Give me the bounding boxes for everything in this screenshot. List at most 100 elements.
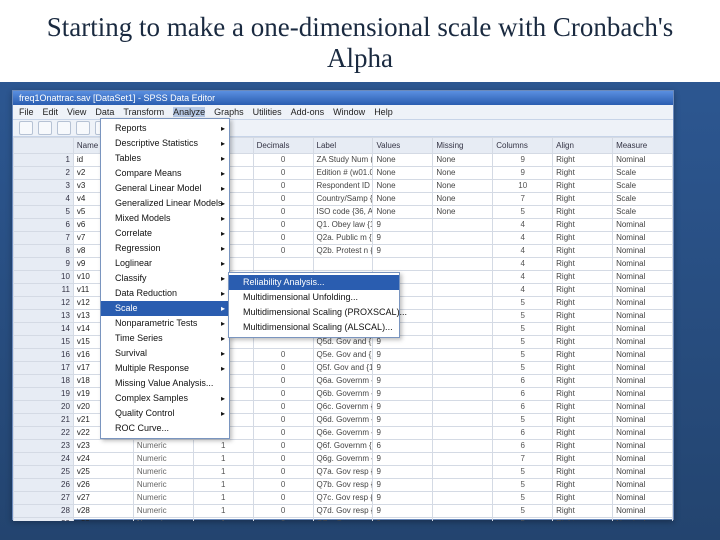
cell[interactable]: Right [553, 349, 613, 362]
cell[interactable]: Nominal [613, 219, 673, 232]
cell[interactable]: Right [553, 518, 613, 522]
menubar[interactable]: FileEditViewDataTransformAnalyzeGraphsUt… [13, 105, 673, 119]
cell[interactable]: Right [553, 336, 613, 349]
cell[interactable] [433, 271, 493, 284]
cell[interactable]: Q6e. Governm {1. Spend muc 0. [313, 427, 373, 440]
cell[interactable]: Right [553, 232, 613, 245]
cell[interactable]: Nominal [613, 453, 673, 466]
cell[interactable]: Q6b. Governm {1. Spend muc 8. [313, 388, 373, 401]
cell[interactable]: Right [553, 258, 613, 271]
cell[interactable]: 9 [373, 505, 433, 518]
cell[interactable]: v25 [73, 466, 133, 479]
cell[interactable]: 0 [253, 206, 313, 219]
cell[interactable]: 5 [493, 349, 553, 362]
menu-transform[interactable]: Transform [123, 107, 164, 117]
cell[interactable]: 9 [373, 388, 433, 401]
cell[interactable]: Q1. Obey law {1. Obey lw a:8. [313, 219, 373, 232]
cell[interactable]: None [373, 206, 433, 219]
cell[interactable]: None [373, 167, 433, 180]
cell[interactable]: 6 [14, 219, 74, 232]
cell[interactable]: 0 [253, 219, 313, 232]
cell[interactable]: Q7c. Gov resp {1. Definitely s 8. [313, 492, 373, 505]
cell[interactable]: v26 [73, 479, 133, 492]
cell[interactable]: 0 [253, 362, 313, 375]
cell[interactable]: 4 [493, 232, 553, 245]
analyze-item-compare-means[interactable]: Compare Means▸ [101, 166, 229, 181]
cell[interactable] [433, 310, 493, 323]
cell[interactable]: 5 [493, 414, 553, 427]
cell[interactable]: 14 [14, 323, 74, 336]
cell[interactable]: 9 [14, 258, 74, 271]
cell[interactable]: Q6c. Governm {1. Spend muc 8. [313, 401, 373, 414]
cell[interactable]: 1 [193, 466, 253, 479]
cell[interactable]: 4 [493, 271, 553, 284]
analyze-item-nonparametric-tests[interactable]: Nonparametric Tests▸ [101, 316, 229, 331]
cell[interactable]: Right [553, 310, 613, 323]
analyze-item-regression[interactable]: Regression▸ [101, 241, 229, 256]
cell[interactable]: 4 [493, 258, 553, 271]
cell[interactable]: Scale [613, 206, 673, 219]
cell[interactable]: v28 [73, 505, 133, 518]
variable-row[interactable]: 28v28Numeric10Q7d. Gov resp {1. Definite… [14, 505, 673, 518]
cell[interactable]: Nominal [613, 518, 673, 522]
cell[interactable]: ZA Study Num (4700: ZA Stud [313, 154, 373, 167]
cell[interactable]: Nominal [613, 466, 673, 479]
cell[interactable] [433, 349, 493, 362]
cell[interactable]: Country/Samp {36.0: AU-Aus [313, 193, 373, 206]
cell[interactable]: Q2b. Protest n {1. Definitely a:8. [313, 245, 373, 258]
cell[interactable]: 0 [253, 479, 313, 492]
analyze-item-data-reduction[interactable]: Data Reduction▸ [101, 286, 229, 301]
cell[interactable]: Q7e. Gov resp {1. Definitely s 0. [313, 518, 373, 522]
cell[interactable]: Nominal [613, 323, 673, 336]
cell[interactable]: v24 [73, 453, 133, 466]
cell[interactable]: 10 [493, 180, 553, 193]
cell[interactable]: Q5e. Gov and {1. Strongly in 8. [313, 349, 373, 362]
variable-row[interactable]: 23v23Numeric10Q6f. Governm {1. Spend muc… [14, 440, 673, 453]
cell[interactable]: Nominal [613, 414, 673, 427]
cell[interactable]: Q7a. Gov resp {1. Definitely s 0. [313, 466, 373, 479]
cell[interactable]: Q5f. Gov and {1. Strongly in 8. [313, 362, 373, 375]
cell[interactable] [433, 245, 493, 258]
cell[interactable]: 9 [493, 154, 553, 167]
scale-item-reliability-analysis-[interactable]: Reliability Analysis... [229, 275, 399, 290]
cell[interactable]: Numeric [133, 518, 193, 522]
cell[interactable]: 1 [193, 453, 253, 466]
analyze-item-loglinear[interactable]: Loglinear▸ [101, 256, 229, 271]
cell[interactable]: Right [553, 219, 613, 232]
cell[interactable] [433, 401, 493, 414]
cell[interactable]: Right [553, 505, 613, 518]
cell[interactable]: 11 [14, 284, 74, 297]
scale-item-multidimensional-scaling-proxscal-[interactable]: Multidimensional Scaling (PROXSCAL)... [229, 305, 399, 320]
cell[interactable] [433, 258, 493, 271]
cell[interactable]: 9 [373, 401, 433, 414]
cell[interactable]: Numeric [133, 440, 193, 453]
cell[interactable]: 5 [493, 479, 553, 492]
cell[interactable]: Scale [613, 193, 673, 206]
analyze-item-complex-samples[interactable]: Complex Samples▸ [101, 391, 229, 406]
cell[interactable]: 5 [493, 362, 553, 375]
menu-graphs[interactable]: Graphs [214, 107, 244, 117]
cell[interactable] [433, 518, 493, 522]
cell[interactable]: Q6d. Governm {1. Spend muc 0. [313, 414, 373, 427]
cell[interactable]: Nominal [613, 258, 673, 271]
cell[interactable]: 0 [253, 466, 313, 479]
tool-print-icon[interactable] [57, 121, 71, 135]
analyze-item-generalized-linear-models[interactable]: Generalized Linear Models▸ [101, 196, 229, 211]
cell[interactable]: 5 [493, 492, 553, 505]
cell[interactable]: 4 [14, 193, 74, 206]
cell[interactable]: 9 [373, 232, 433, 245]
cell[interactable]: 2 [14, 167, 74, 180]
cell[interactable]: 0 [253, 167, 313, 180]
cell[interactable]: Q7b. Gov resp {1. Definitely s 8. [313, 479, 373, 492]
cell[interactable] [433, 492, 493, 505]
cell[interactable]: 0 [253, 518, 313, 522]
cell[interactable]: Right [553, 375, 613, 388]
cell[interactable]: Nominal [613, 271, 673, 284]
analyze-item-survival[interactable]: Survival▸ [101, 346, 229, 361]
variable-row[interactable]: 25v25Numeric10Q7a. Gov resp {1. Definite… [14, 466, 673, 479]
cell[interactable]: 7 [493, 453, 553, 466]
cell[interactable]: 26 [14, 479, 74, 492]
cell[interactable]: Q6a. Governm {1. Spend muc 8. [313, 375, 373, 388]
cell[interactable]: 0 [253, 180, 313, 193]
cell[interactable]: None [373, 193, 433, 206]
